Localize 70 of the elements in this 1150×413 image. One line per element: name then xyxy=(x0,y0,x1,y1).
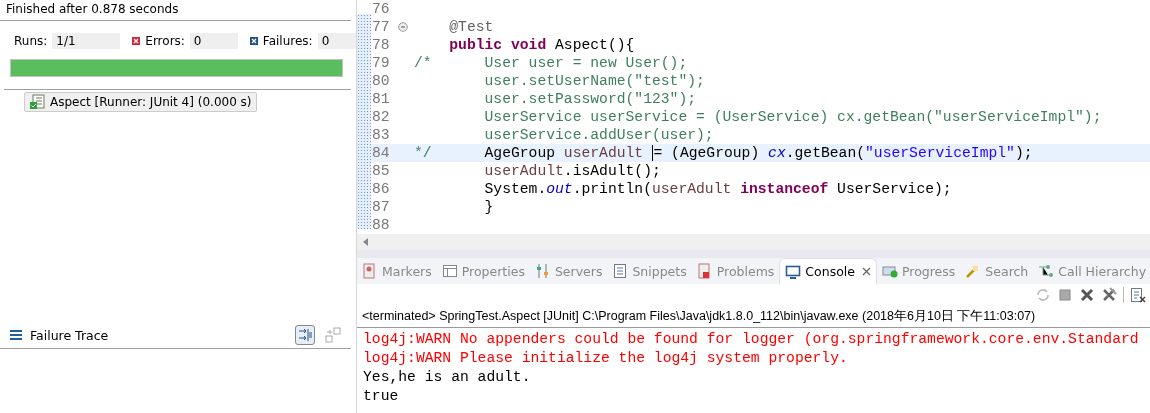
line-number: 80 xyxy=(371,73,391,89)
line-number: 76 xyxy=(371,1,391,17)
console-header: <terminated> SpringTest.Aspect [JUnit] C:\Program Files\Java\jdk1.8.0_112\bin\javaw.exe (2018年6月10日 下午11:03:07) xyxy=(357,306,1150,328)
close-icon[interactable] xyxy=(862,267,871,276)
line-number: 86 xyxy=(371,181,391,197)
filter-stack-button[interactable] xyxy=(295,325,315,345)
view-tab[interactable]: Markers xyxy=(357,258,437,284)
test-passed-icon xyxy=(29,94,45,110)
remove-all-icon[interactable] xyxy=(1101,287,1117,303)
line-number: 77 xyxy=(371,19,391,35)
line-number: 85 xyxy=(371,163,391,179)
counter-value: 1/1 xyxy=(52,33,121,49)
failure-icon xyxy=(249,37,258,45)
clear-console-icon[interactable] xyxy=(1130,287,1146,303)
line-number: 81 xyxy=(371,91,391,107)
problems-icon xyxy=(696,263,713,279)
line-number: 84 xyxy=(371,145,391,161)
counter-label: Failures: xyxy=(262,34,313,48)
stack-trace-icon xyxy=(10,330,22,340)
view-tab[interactable]: Call Hierarchy xyxy=(1033,258,1150,284)
console-icon xyxy=(785,263,802,280)
code-line: /* User user = new User(); xyxy=(414,55,688,71)
snippets-icon xyxy=(612,263,629,279)
code-line: UserService userService = (UserService) cx.getBean("userServiceImpl"); xyxy=(483,109,1102,125)
view-tab[interactable]: Properties xyxy=(436,258,530,284)
code-line: userService.addUser(user); xyxy=(483,127,714,143)
console-error-line: log4j:WARN Please initialize the log4j system properly. xyxy=(363,349,849,368)
line-number: 88 xyxy=(371,217,391,233)
counter-value: 0 xyxy=(189,33,238,49)
failure-trace-title: Failure Trace xyxy=(30,327,109,343)
line-number: 78 xyxy=(371,37,391,53)
line-number: 82 xyxy=(371,109,391,125)
code-line: */ AgeGroup userAdult = (AgeGroup) cx.getBean("userServiceImpl"); xyxy=(414,145,1033,161)
code-line: public void Aspect(){ xyxy=(448,37,635,53)
counter-label: Errors: xyxy=(145,34,185,48)
stop-icon[interactable] xyxy=(1057,287,1073,303)
view-tab[interactable]: Problems xyxy=(691,258,780,284)
test-tree-item[interactable]: Aspect [Runner: JUnit 4] (0.000 s) xyxy=(24,92,257,112)
line-number: 87 xyxy=(371,199,391,215)
progress-icon xyxy=(882,263,898,279)
junit-status-text: Finished after 0.878 seconds xyxy=(0,0,351,21)
remove-launch-icon[interactable] xyxy=(1079,287,1095,303)
code-line: user.setUserName("test"); xyxy=(483,73,705,89)
console-output-line: true xyxy=(363,387,400,406)
code-line: user.setPassword("123"); xyxy=(483,91,697,107)
view-tab[interactable]: Search xyxy=(960,258,1034,284)
view-tab[interactable]: Progress xyxy=(877,258,961,284)
code-line: @Test xyxy=(448,19,494,35)
view-tab[interactable]: Console xyxy=(779,258,877,284)
properties-icon xyxy=(441,263,458,279)
servers-icon xyxy=(534,263,551,279)
line-number: 83 xyxy=(371,127,391,143)
horizontal-scrollbar[interactable] xyxy=(357,234,1150,250)
call-hierarchy-icon xyxy=(1038,263,1055,279)
console-error-line: log4j:WARN No appenders could be found for logger (org.springframework.core.env.Standard xyxy=(363,330,1140,349)
console-output-line: Yes,he is an adult. xyxy=(363,368,532,387)
view-tab[interactable]: Snippets xyxy=(607,258,692,284)
compare-result-button[interactable] xyxy=(323,325,343,345)
markers-icon xyxy=(362,263,378,279)
text-cursor xyxy=(652,145,654,161)
view-tab[interactable]: Servers xyxy=(529,258,608,284)
fold-icon[interactable] xyxy=(398,22,408,32)
error-icon xyxy=(132,37,141,45)
counter-label: Runs: xyxy=(14,34,48,48)
pin-console-icon[interactable] xyxy=(1035,287,1051,303)
code-line: System.out.println(userAdult instanceof UserService); xyxy=(483,181,952,197)
code-line: userAdult.isAdult(); xyxy=(483,163,661,179)
code-line: } xyxy=(483,199,494,215)
line-number: 79 xyxy=(371,55,391,71)
scroll-left-icon[interactable] xyxy=(363,238,369,246)
